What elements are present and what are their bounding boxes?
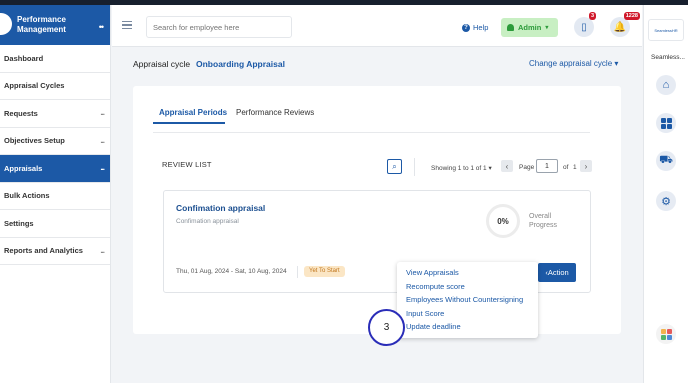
sidebar-item-label: Requests bbox=[4, 108, 38, 118]
next-page-button[interactable]: › bbox=[580, 160, 592, 172]
search-button[interactable]: ⌕ bbox=[387, 159, 402, 174]
menu-item-recompute-score[interactable]: Recompute score bbox=[406, 282, 465, 291]
main-card: Appraisal Periods Performance Reviews RE… bbox=[133, 86, 621, 334]
more-icon[interactable]: ... bbox=[100, 108, 105, 117]
sidebar-item-appraisal-cycles[interactable]: Appraisal Cycles bbox=[0, 73, 110, 100]
home-icon[interactable]: ⌂ bbox=[656, 75, 676, 95]
topbar: ? Help Admin ▾ ▯ 3 🔔 1228 bbox=[112, 5, 642, 47]
sidebar-item-label: Dashboard bbox=[4, 53, 44, 63]
pagination-summary-text: Showing 1 to 1 of 1 bbox=[431, 165, 487, 172]
cart-icon[interactable]: ⛟ bbox=[656, 151, 676, 171]
menu-item-view-appraisals[interactable]: View Appraisals bbox=[406, 268, 459, 277]
review-list-title: REVIEW LIST bbox=[162, 160, 212, 169]
sidebar: Performance Management •• Dashboard Appr… bbox=[0, 5, 111, 383]
brand-logo bbox=[0, 13, 12, 35]
action-button[interactable]: ‹ Action bbox=[538, 263, 576, 282]
appraisal-title[interactable]: Confimation appraisal bbox=[176, 203, 265, 213]
help-link[interactable]: ? Help bbox=[462, 23, 488, 32]
sidebar-item-requests[interactable]: Requests... bbox=[0, 100, 110, 128]
progress-ring: 0% bbox=[486, 204, 520, 238]
appraisal-subtitle: Confimation appraisal bbox=[176, 218, 239, 225]
chevron-right-icon: › bbox=[584, 161, 588, 171]
sidebar-item-label: Appraisal Cycles bbox=[4, 81, 65, 91]
sidebar-item-dashboard[interactable]: Dashboard bbox=[0, 45, 110, 73]
sidebar-item-label: Reports and Analytics bbox=[4, 246, 83, 256]
sidebar-item-label: Appraisals bbox=[4, 163, 43, 173]
progress-value: 0% bbox=[497, 216, 509, 226]
status-badge: Yet To Start bbox=[304, 266, 345, 277]
tab-active-indicator bbox=[153, 122, 225, 124]
action-dropdown-menu: View Appraisals Recompute score Employee… bbox=[397, 262, 538, 338]
appraisal-cycle-name: Onboarding Appraisal bbox=[196, 59, 285, 69]
seamless-logo[interactable]: SeamlessHR bbox=[648, 19, 684, 41]
sidebar-item-settings[interactable]: Settings bbox=[0, 210, 110, 238]
pagination-summary[interactable]: Showing 1 to 1 of 1 ▾ bbox=[431, 164, 492, 172]
step-marker: 3 bbox=[368, 309, 405, 346]
change-cycle-label: Change appraisal cycle bbox=[529, 59, 613, 68]
appraisal-cycle-label: Appraisal cycle bbox=[133, 59, 191, 69]
tab-performance-reviews[interactable]: Performance Reviews bbox=[236, 108, 314, 117]
brand[interactable]: Performance Management •• bbox=[0, 5, 110, 45]
sidebar-item-reports[interactable]: Reports and Analytics... bbox=[0, 238, 110, 265]
of-label: of bbox=[563, 164, 569, 171]
gear-icon[interactable]: ⚙ bbox=[656, 191, 676, 211]
sidebar-item-label: Objectives Setup bbox=[4, 136, 65, 146]
divider bbox=[414, 158, 415, 176]
caret-down-icon: ▾ bbox=[614, 59, 619, 68]
tabs-divider bbox=[153, 132, 590, 133]
menu-item-employees-without-countersigning[interactable]: Employees Without Countersigning bbox=[406, 295, 523, 304]
tab-appraisal-periods[interactable]: Appraisal Periods bbox=[159, 108, 227, 117]
menu-item-input-score[interactable]: Input Score bbox=[406, 309, 444, 318]
page-label: Page bbox=[519, 164, 535, 171]
search-input[interactable] bbox=[146, 16, 292, 38]
caret-down-icon: ▾ bbox=[545, 25, 549, 31]
user-icon bbox=[507, 24, 514, 31]
more-icon[interactable]: ... bbox=[100, 163, 105, 172]
help-icon: ? bbox=[462, 23, 470, 32]
search-icon: ⌕ bbox=[392, 161, 397, 171]
brand-title: Performance Management bbox=[17, 15, 66, 34]
menu-icon[interactable] bbox=[122, 21, 132, 29]
prev-page-button[interactable]: ‹ bbox=[501, 160, 513, 172]
sidebar-item-appraisals[interactable]: Appraisals... bbox=[0, 155, 110, 183]
sidebar-item-label: Settings bbox=[4, 218, 34, 228]
apps-icon[interactable] bbox=[656, 324, 676, 344]
appraisal-dates: Thu, 01 Aug, 2024 - Sat, 10 Aug, 2024 bbox=[176, 268, 287, 275]
admin-dropdown[interactable]: Admin ▾ bbox=[501, 18, 558, 37]
notification-button[interactable]: 🔔 1228 bbox=[610, 12, 640, 37]
admin-label: Admin bbox=[518, 23, 542, 32]
total-pages: 1 bbox=[573, 164, 577, 171]
clipboard-badge: 3 bbox=[588, 12, 596, 20]
page-number-input[interactable] bbox=[536, 159, 558, 173]
more-icon[interactable]: ... bbox=[100, 136, 105, 145]
chevron-left-icon: ‹ bbox=[505, 161, 509, 171]
divider bbox=[297, 266, 298, 278]
action-label: Action bbox=[547, 268, 569, 277]
clipboard-icon: ▯ bbox=[581, 21, 587, 33]
help-label: Help bbox=[473, 23, 489, 32]
overall-progress-label: Overall Progress bbox=[529, 213, 558, 229]
sidebar-item-objectives-setup[interactable]: Objectives Setup... bbox=[0, 128, 110, 155]
sidebar-item-label: Bulk Actions bbox=[4, 191, 50, 201]
sidebar-item-bulk-actions[interactable]: Bulk Actions bbox=[0, 183, 110, 210]
more-icon[interactable]: ... bbox=[100, 246, 105, 255]
notification-badge: 1228 bbox=[623, 12, 640, 20]
brand-more-icon[interactable]: •• bbox=[99, 22, 104, 32]
right-rail: SeamlessHR Seamless... ⌂ ⛟ ⚙ bbox=[643, 5, 688, 383]
app-name: Seamless... bbox=[651, 54, 685, 61]
change-appraisal-cycle-button[interactable]: Change appraisal cycle ▾ bbox=[529, 59, 618, 68]
clipboard-button[interactable]: ▯ 3 bbox=[574, 12, 596, 37]
grid-icon[interactable] bbox=[656, 113, 676, 133]
menu-item-update-deadline[interactable]: Update deadline bbox=[406, 322, 461, 331]
bell-icon: 🔔 bbox=[613, 21, 627, 33]
